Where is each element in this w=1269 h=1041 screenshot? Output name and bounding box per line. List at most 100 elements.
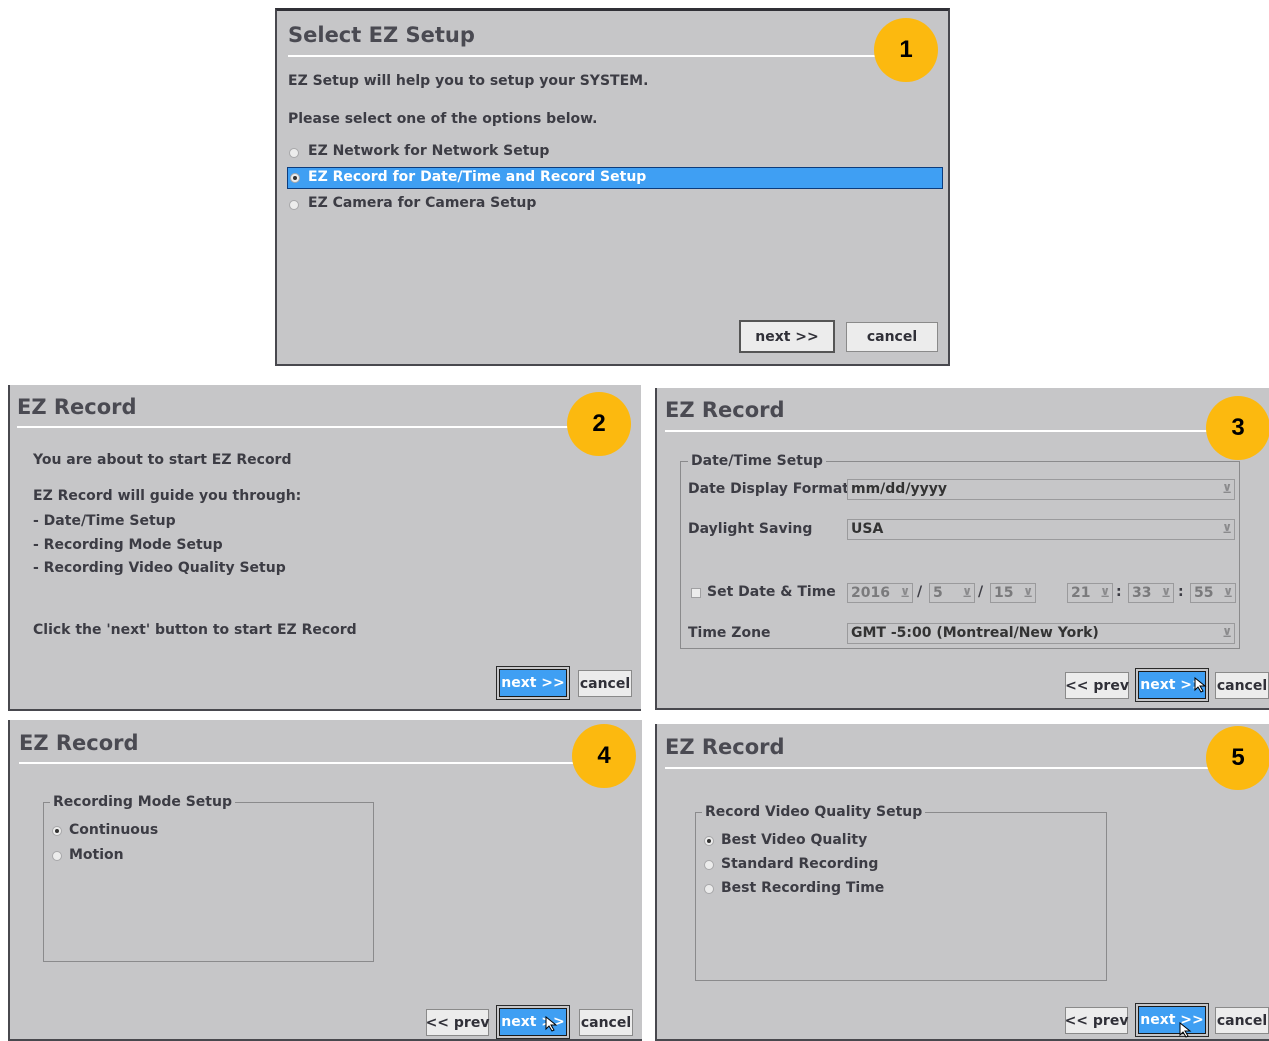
dropdown-arrow-icon: ⊻ — [1161, 586, 1171, 600]
title-divider — [665, 767, 1220, 769]
dropdown-value: GMT -5:00 (Montreal/New York) — [851, 625, 1099, 641]
radio-icon[interactable] — [704, 860, 714, 870]
option-best-recording-time[interactable]: Best Recording Time — [702, 878, 942, 898]
option-standard-recording[interactable]: Standard Recording — [702, 854, 942, 874]
option-label: EZ Network for Network Setup — [308, 143, 550, 159]
option-label: EZ Record for Date/Time and Record Setup — [308, 169, 647, 185]
cancel-button[interactable]: cancel — [579, 1009, 633, 1036]
footer-text: Click the 'next' button to start EZ Reco… — [33, 622, 357, 638]
guide-item-recording-mode: - Recording Mode Setup — [33, 537, 223, 553]
radio-icon[interactable] — [704, 884, 714, 894]
time-separator: : — [1116, 584, 1122, 600]
prompt-text: Please select one of the options below. — [288, 111, 598, 127]
guide-item-video-quality: - Recording Video Quality Setup — [33, 560, 286, 576]
date-format-label: Date Display Format — [688, 481, 849, 497]
dropdown-arrow-icon: ⊻ — [962, 586, 972, 600]
dropdown-arrow-icon: ⊻ — [1222, 626, 1232, 640]
radio-icon[interactable] — [704, 836, 714, 846]
guide-text: EZ Record will guide you through: — [33, 488, 302, 504]
option-continuous[interactable]: Continuous — [50, 820, 250, 840]
option-label: EZ Camera for Camera Setup — [308, 195, 537, 211]
step-badge: 2 — [567, 392, 631, 456]
dropdown-value: 5 — [933, 585, 943, 601]
option-ez-record[interactable]: EZ Record for Date/Time and Record Setup — [287, 167, 943, 189]
second-dropdown[interactable]: 55 ⊻ — [1190, 583, 1236, 603]
time-separator: : — [1178, 584, 1184, 600]
mouse-cursor-icon — [545, 1016, 558, 1032]
ez-record-intro-dialog: EZ Record 2 You are about to start EZ Re… — [8, 385, 641, 711]
ez-record-mode-dialog: EZ Record 4 Recording Mode Setup Continu… — [8, 720, 642, 1041]
select-ez-setup-dialog: Select EZ Setup 1 EZ Setup will help you… — [275, 8, 950, 366]
cancel-button[interactable]: cancel — [1215, 1007, 1269, 1034]
dropdown-value: USA — [851, 521, 884, 537]
option-label: Continuous — [69, 822, 159, 838]
radio-icon[interactable] — [52, 851, 62, 861]
dropdown-arrow-icon: ⊻ — [1223, 586, 1233, 600]
mouse-cursor-icon — [1194, 677, 1207, 693]
option-best-video-quality[interactable]: Best Video Quality — [702, 830, 942, 850]
step-badge: 3 — [1206, 396, 1269, 460]
time-zone-label: Time Zone — [688, 625, 771, 641]
option-label: Motion — [69, 847, 124, 863]
next-button[interactable]: next >> — [1136, 1004, 1208, 1036]
dropdown-value: mm/dd/yyyy — [851, 481, 947, 497]
title-divider — [665, 430, 1220, 432]
dropdown-value: 55 — [1194, 585, 1214, 601]
cancel-button[interactable]: cancel — [1215, 672, 1269, 699]
option-label: Standard Recording — [721, 856, 879, 872]
radio-icon[interactable] — [52, 826, 62, 836]
dropdown-value: 15 — [994, 585, 1014, 601]
dropdown-arrow-icon: ⊻ — [1222, 522, 1232, 536]
dropdown-value: 33 — [1132, 585, 1152, 601]
group-label: Recording Mode Setup — [50, 794, 235, 810]
cancel-button[interactable]: cancel — [846, 322, 938, 352]
set-date-label: Set Date & Time — [707, 584, 836, 600]
minute-dropdown[interactable]: 33 ⊻ — [1128, 583, 1174, 603]
date-separator: / — [917, 584, 923, 600]
cancel-button[interactable]: cancel — [578, 670, 632, 697]
option-label: Best Recording Time — [721, 880, 885, 896]
dropdown-arrow-icon: ⊻ — [1222, 482, 1232, 496]
step-badge: 1 — [874, 18, 938, 82]
month-dropdown[interactable]: 5 ⊻ — [929, 583, 975, 603]
year-dropdown[interactable]: 2016 ⊻ — [847, 583, 913, 603]
dst-label: Daylight Saving — [688, 521, 813, 537]
radio-icon[interactable] — [290, 173, 300, 183]
dialog-title: EZ Record — [665, 735, 785, 759]
option-ez-network[interactable]: EZ Network for Network Setup — [287, 142, 943, 164]
day-dropdown[interactable]: 15 ⊻ — [990, 583, 1036, 603]
group-label: Record Video Quality Setup — [702, 804, 926, 820]
mouse-cursor-icon — [1179, 1022, 1192, 1038]
intro-text: You are about to start EZ Record — [33, 452, 292, 468]
checkbox-icon[interactable] — [691, 588, 701, 598]
dialog-title: EZ Record — [19, 731, 139, 755]
time-zone-dropdown[interactable]: GMT -5:00 (Montreal/New York) ⊻ — [847, 623, 1235, 644]
hour-dropdown[interactable]: 21 ⊻ — [1067, 583, 1113, 603]
radio-icon[interactable] — [289, 200, 299, 210]
dst-dropdown[interactable]: USA ⊻ — [847, 519, 1235, 540]
dropdown-arrow-icon: ⊻ — [1023, 586, 1033, 600]
prev-button[interactable]: << prev — [1065, 1007, 1128, 1034]
title-divider — [19, 762, 589, 764]
dropdown-arrow-icon: ⊻ — [900, 586, 910, 600]
option-label: Best Video Quality — [721, 832, 868, 848]
radio-icon[interactable] — [289, 148, 299, 158]
dropdown-arrow-icon: ⊻ — [1100, 586, 1110, 600]
ez-record-quality-dialog: EZ Record 5 Record Video Quality Setup B… — [655, 724, 1269, 1041]
next-button[interactable]: next >> — [497, 667, 569, 699]
dropdown-value: 21 — [1071, 585, 1091, 601]
title-divider — [17, 426, 577, 428]
date-format-dropdown[interactable]: mm/dd/yyyy ⊻ — [847, 479, 1235, 500]
intro-text: EZ Setup will help you to setup your SYS… — [288, 73, 649, 89]
prev-button[interactable]: << prev — [1065, 672, 1129, 699]
ez-record-datetime-dialog: EZ Record 3 Date/Time Setup Date Display… — [655, 388, 1269, 710]
title-divider — [288, 55, 888, 57]
prev-button[interactable]: << prev — [426, 1009, 489, 1036]
group-label: Date/Time Setup — [688, 453, 826, 469]
option-ez-camera[interactable]: EZ Camera for Camera Setup — [287, 194, 943, 216]
dropdown-value: 2016 — [851, 585, 890, 601]
dialog-title: EZ Record — [17, 395, 137, 419]
option-motion[interactable]: Motion — [50, 845, 250, 865]
date-separator: / — [978, 584, 984, 600]
next-button[interactable]: next >> — [739, 320, 835, 353]
